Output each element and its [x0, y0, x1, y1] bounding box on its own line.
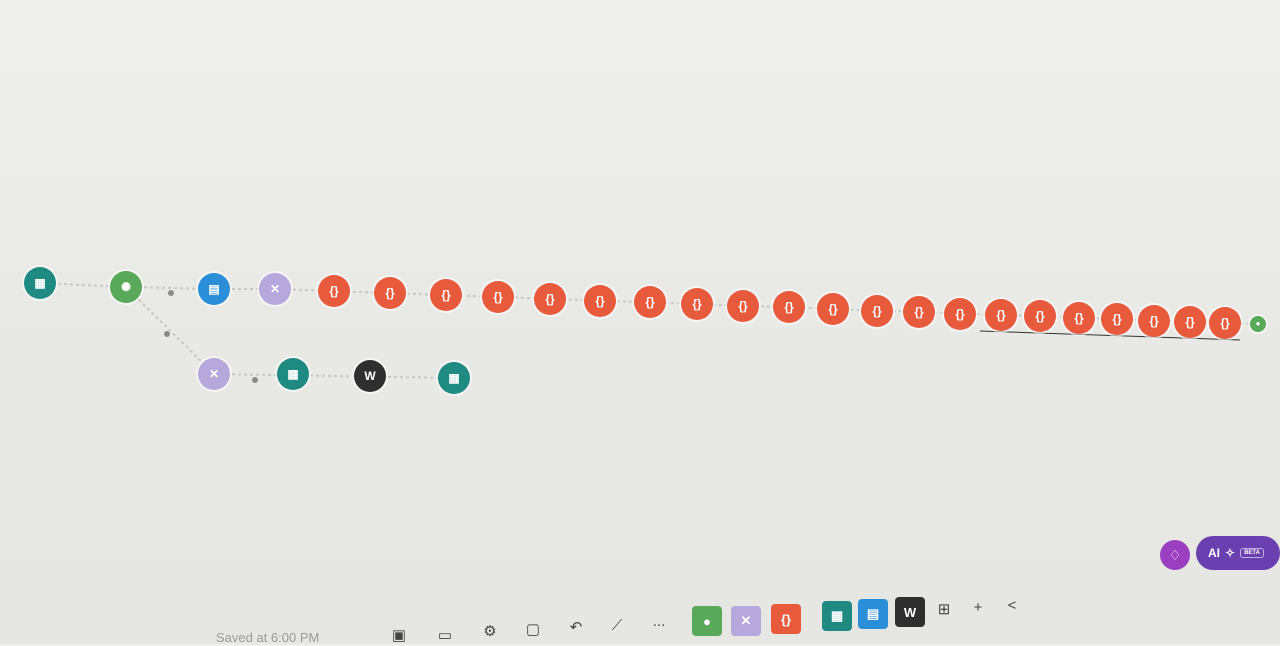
notes-icon[interactable]: ▢	[522, 618, 544, 640]
openai-module-node[interactable]: {}	[584, 284, 616, 317]
wordpress-node[interactable]: W	[354, 360, 386, 392]
more-button[interactable]: ...	[648, 610, 670, 632]
scenario-canvas[interactable]: ▦ ✺ ▤ ✕ {} {} {} {} {} {} {} {} {} {} {} {} {} {} {} {}…	[0, 0, 1280, 644]
google-sheets-icon: ▦	[448, 371, 460, 385]
openai-icon: {}	[1074, 310, 1084, 325]
ai-assistant-button[interactable]: AI ✧ BETA	[1196, 536, 1280, 570]
filter-dot[interactable]	[164, 331, 170, 337]
openai-icon: {}	[1035, 309, 1045, 324]
openai-icon: {}	[955, 306, 965, 321]
openai-icon: {}	[872, 303, 882, 318]
openai-icon: {}	[1149, 313, 1159, 328]
openai-icon: {}	[738, 298, 748, 313]
openai-module-node[interactable]: {}	[817, 292, 849, 325]
openai-module-node[interactable]: {}	[1101, 303, 1133, 336]
google-sheets-tile[interactable]: ▦	[822, 601, 852, 631]
tools-icon: ✕	[269, 282, 281, 296]
router-icon: ✺	[120, 280, 132, 294]
openai-module-node[interactable]: {}	[534, 282, 566, 315]
lightbulb-icon[interactable]: ♢	[1160, 540, 1190, 570]
flow-end-icon: ●	[1255, 319, 1261, 328]
wordpress-icon: W	[364, 369, 376, 383]
router-node[interactable]: ✺	[110, 271, 142, 303]
save-icon[interactable]: ▣	[388, 624, 410, 646]
openai-module-node[interactable]: {}	[1174, 305, 1206, 338]
openai-module-node[interactable]: {}	[374, 277, 406, 310]
openai-icon: {}	[1112, 312, 1122, 327]
openai-module-node[interactable]: {}	[1138, 304, 1170, 337]
google-docs-node[interactable]: ▤	[198, 273, 230, 305]
google-sheets-final-node[interactable]: ▦	[438, 362, 470, 394]
openai-icon: {}	[493, 289, 503, 304]
openai-module-node[interactable]: {}	[318, 275, 350, 307]
scheduling-icon[interactable]: ▭	[434, 624, 456, 646]
openai-icon: {}	[692, 297, 702, 312]
openai-module-node[interactable]: {}	[482, 280, 514, 313]
flow-end-node[interactable]: ●	[1250, 316, 1266, 332]
openai-module-node[interactable]: {}	[985, 299, 1017, 331]
openai-icon: {}	[828, 301, 838, 316]
google-docs-icon: ▤	[208, 282, 220, 296]
wordpress-tile[interactable]: W	[895, 597, 925, 627]
add-module-button[interactable]: +	[967, 596, 989, 618]
openai-module-node[interactable]: {}	[903, 296, 935, 329]
saved-status: Saved at 6:00 PM	[216, 630, 320, 645]
openai-icon: {}	[595, 293, 605, 308]
filter-dot[interactable]	[252, 377, 258, 383]
tools-node[interactable]: ✕	[259, 273, 291, 305]
beta-badge: BETA	[1240, 548, 1264, 558]
openai-tile[interactable]: {}	[771, 604, 801, 634]
openai-icon: {}	[645, 295, 655, 310]
ai-label: AI	[1208, 546, 1220, 560]
openai-module-node[interactable]: {}	[681, 288, 713, 321]
filter-dot[interactable]	[168, 290, 174, 296]
google-sheets-branch-node[interactable]: ▦	[277, 358, 309, 390]
magic-wand-icon[interactable]: ⟋	[606, 614, 628, 636]
sparkle-icon: ✧	[1225, 546, 1236, 560]
tools-branch-node[interactable]: ✕	[198, 358, 230, 390]
openai-icon: {}	[996, 308, 1006, 322]
flow-control-tile[interactable]: ●	[692, 606, 722, 636]
collapse-toolbar-button[interactable]: <	[1001, 594, 1023, 616]
openai-module-node[interactable]: {}	[1024, 300, 1056, 333]
grid-icon[interactable]: ⊞	[933, 598, 955, 620]
openai-module-node[interactable]: {}	[944, 297, 976, 330]
openai-icon: {}	[545, 291, 555, 306]
openai-module-node[interactable]: {}	[773, 291, 805, 324]
openai-module-node[interactable]: {}	[727, 289, 759, 322]
openai-icon: {}	[914, 305, 924, 320]
openai-icon: {}	[1185, 314, 1195, 329]
openai-module-node[interactable]: {}	[430, 279, 462, 312]
openai-icon: {}	[784, 300, 794, 315]
openai-icon: {}	[441, 288, 451, 303]
google-docs-tile[interactable]: ▤	[858, 599, 888, 629]
openai-icon: {}	[329, 284, 339, 298]
settings-icon[interactable]: ⚙	[479, 620, 501, 642]
google-sheets-icon: ▦	[287, 367, 299, 381]
openai-module-node[interactable]: {}	[1209, 307, 1241, 340]
openai-module-node[interactable]: {}	[634, 286, 666, 319]
tools-tile[interactable]: ✕	[731, 606, 761, 636]
openai-module-node[interactable]: {}	[1063, 301, 1095, 334]
openai-icon: {}	[1220, 316, 1230, 331]
undo-icon[interactable]: ↶	[565, 616, 587, 638]
tools-icon: ✕	[208, 367, 220, 381]
openai-icon: {}	[385, 286, 395, 301]
openai-module-node[interactable]: {}	[861, 294, 893, 327]
google-sheets-icon: ▦	[34, 276, 46, 290]
google-sheets-trigger-node[interactable]: ▦	[24, 267, 56, 299]
